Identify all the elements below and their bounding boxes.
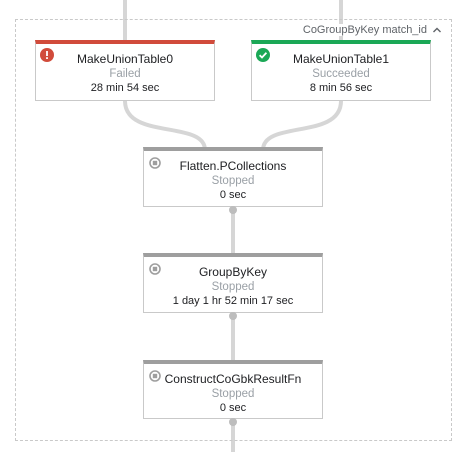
step-duration: 0 sec	[219, 189, 247, 201]
output-port-groupbykey[interactable]	[229, 312, 237, 320]
step-status: Succeeded	[312, 68, 370, 80]
chevron-up-icon[interactable]	[431, 24, 443, 36]
output-port-construct[interactable]	[229, 418, 237, 426]
step-name: MakeUnionTable0	[76, 52, 174, 66]
step-node-flatten-pcollections[interactable]: Flatten.PCollections Stopped 0 sec	[143, 147, 323, 207]
check-circle-icon	[256, 48, 270, 62]
composite-label-text: CoGroupByKey match_id	[302, 24, 427, 36]
step-duration: 28 min 54 sec	[90, 82, 160, 94]
step-duration: 1 day 1 hr 52 min 17 sec	[172, 295, 294, 307]
step-node-group-by-key[interactable]: GroupByKey Stopped 1 day 1 hr 52 min 17 …	[143, 253, 323, 313]
step-node-construct-cogbk-result-fn[interactable]: ConstructCoGbkResultFn Stopped 0 sec	[143, 360, 323, 419]
stop-icon	[149, 262, 161, 275]
stop-icon	[149, 369, 161, 382]
step-node-make-union-table-0[interactable]: MakeUnionTable0 Failed 28 min 54 sec	[35, 40, 215, 101]
pipeline-graph-canvas[interactable]: CoGroupByKey match_id MakeUnionTable0 Fa…	[0, 0, 464, 452]
stop-icon	[149, 156, 161, 169]
step-name: Flatten.PCollections	[179, 159, 287, 173]
step-status: Stopped	[211, 281, 255, 293]
step-status: Stopped	[211, 175, 255, 187]
step-duration: 8 min 56 sec	[309, 82, 373, 94]
output-port-flatten[interactable]	[229, 206, 237, 214]
composite-header[interactable]: CoGroupByKey match_id	[302, 24, 443, 36]
error-icon	[40, 48, 54, 62]
step-duration: 0 sec	[219, 402, 247, 414]
step-status: Stopped	[211, 388, 255, 400]
step-name: GroupByKey	[198, 265, 268, 279]
step-status: Failed	[109, 68, 141, 80]
step-name: ConstructCoGbkResultFn	[164, 372, 302, 386]
step-node-make-union-table-1[interactable]: MakeUnionTable1 Succeeded 8 min 56 sec	[251, 40, 431, 101]
step-name: MakeUnionTable1	[292, 52, 390, 66]
